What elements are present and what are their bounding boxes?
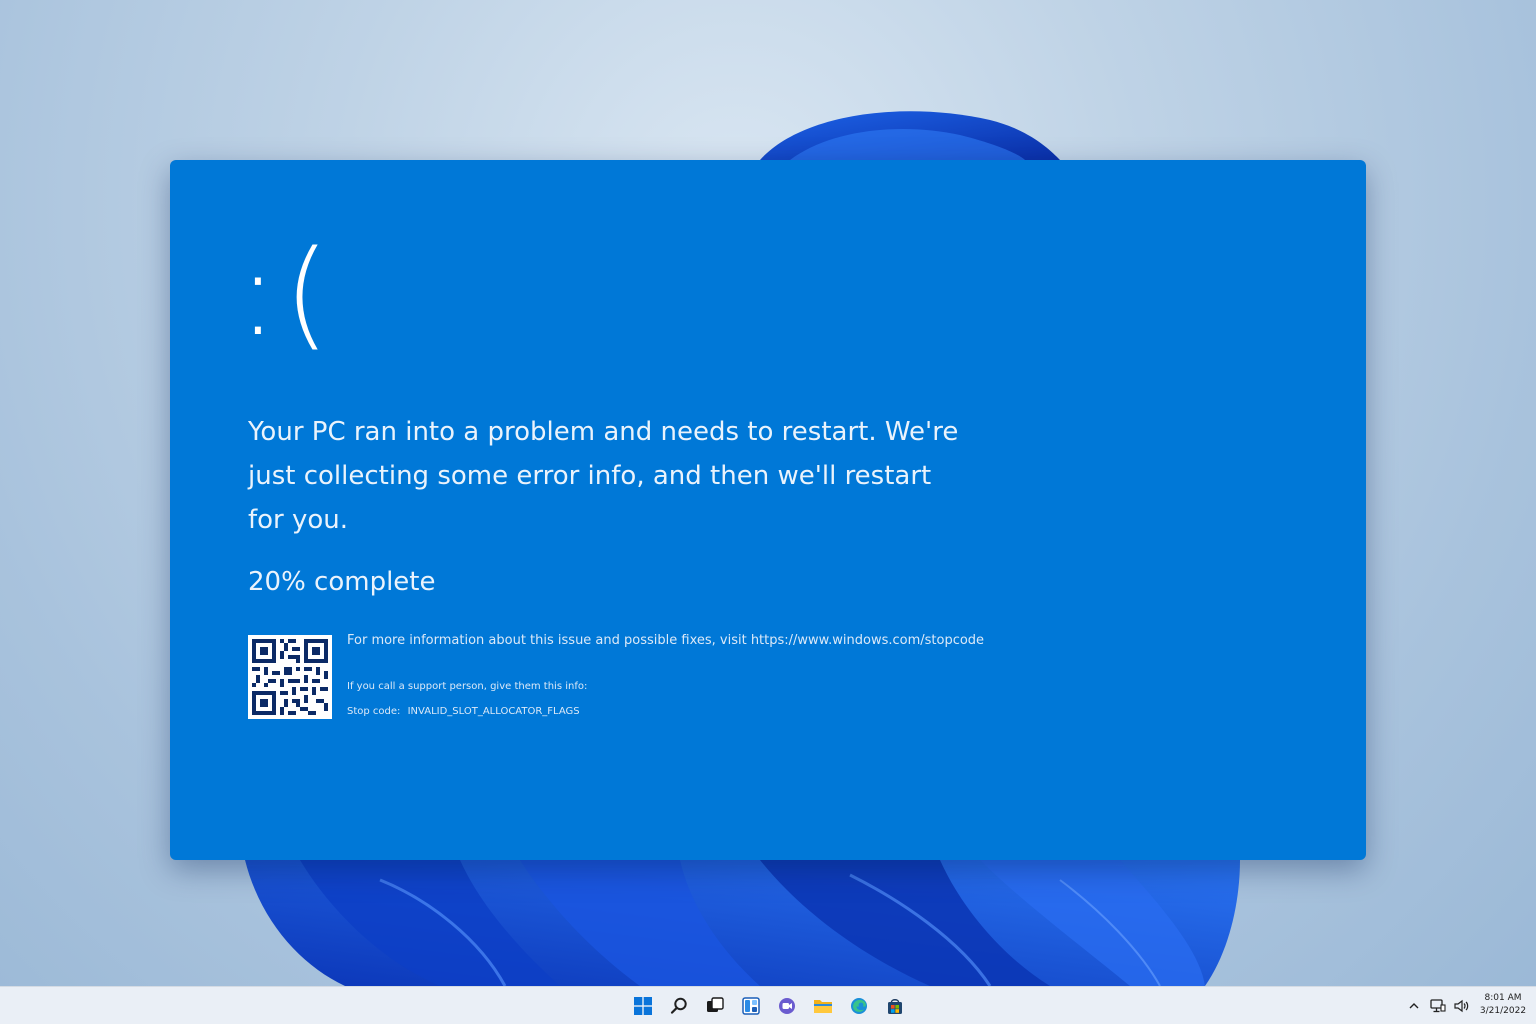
chat-button[interactable] [772,992,802,1020]
search-button[interactable] [664,992,694,1020]
bsod-window: :( Your PC ran into a problem and needs … [170,160,1366,860]
edge-browser-icon [851,998,867,1014]
error-message: Your PC ran into a problem and needs to … [248,417,959,535]
start-button[interactable] [628,992,658,1020]
chat-icon [779,998,795,1014]
system-tray [1405,994,1471,1018]
info-block: For more information about this issue an… [347,632,1047,719]
clock-time: 8:01 AM [1484,993,1522,1003]
taskbar-apps [628,992,910,1020]
desktop: :( Your PC ran into a problem and needs … [0,0,1536,1024]
search-icon [670,997,687,1014]
windows-start-icon [634,997,652,1015]
store-icon [888,999,902,1014]
widgets-icon [742,997,760,1015]
show-hidden-icons-button[interactable] [1405,997,1423,1015]
edge-browser-button[interactable] [844,992,874,1020]
task-view-button[interactable] [700,992,730,1020]
sad-face-emoticon: :( [238,224,336,362]
taskbar: 8:01 AM 3/21/2022 [0,986,1536,1024]
support-hint-text: If you call a support person, give them … [347,681,588,692]
task-view-icon [707,997,724,1012]
chevron-up-icon [1409,1003,1419,1009]
volume-icon [1454,999,1469,1013]
taskbar-clock[interactable]: 8:01 AM 3/21/2022 [1474,992,1532,1018]
clock-date: 3/21/2022 [1479,1006,1527,1016]
progress-text: 20% complete [248,567,436,597]
file-explorer-icon [814,1000,832,1013]
file-explorer-button[interactable] [808,992,838,1020]
network-button[interactable] [1429,997,1447,1015]
widgets-button[interactable] [736,992,766,1020]
stop-code-line: Stop code: INVALID_SLOT_ALLOCATOR_FLAGS [347,705,1047,719]
volume-button[interactable] [1453,997,1471,1015]
network-icon [1430,999,1446,1013]
stop-code-label: Stop code: [347,706,401,717]
qr-code-icon [248,635,332,719]
stop-code-value: INVALID_SLOT_ALLOCATOR_FLAGS [407,706,580,717]
store-button[interactable] [880,992,910,1020]
more-info-text: For more information about this issue an… [347,633,985,648]
